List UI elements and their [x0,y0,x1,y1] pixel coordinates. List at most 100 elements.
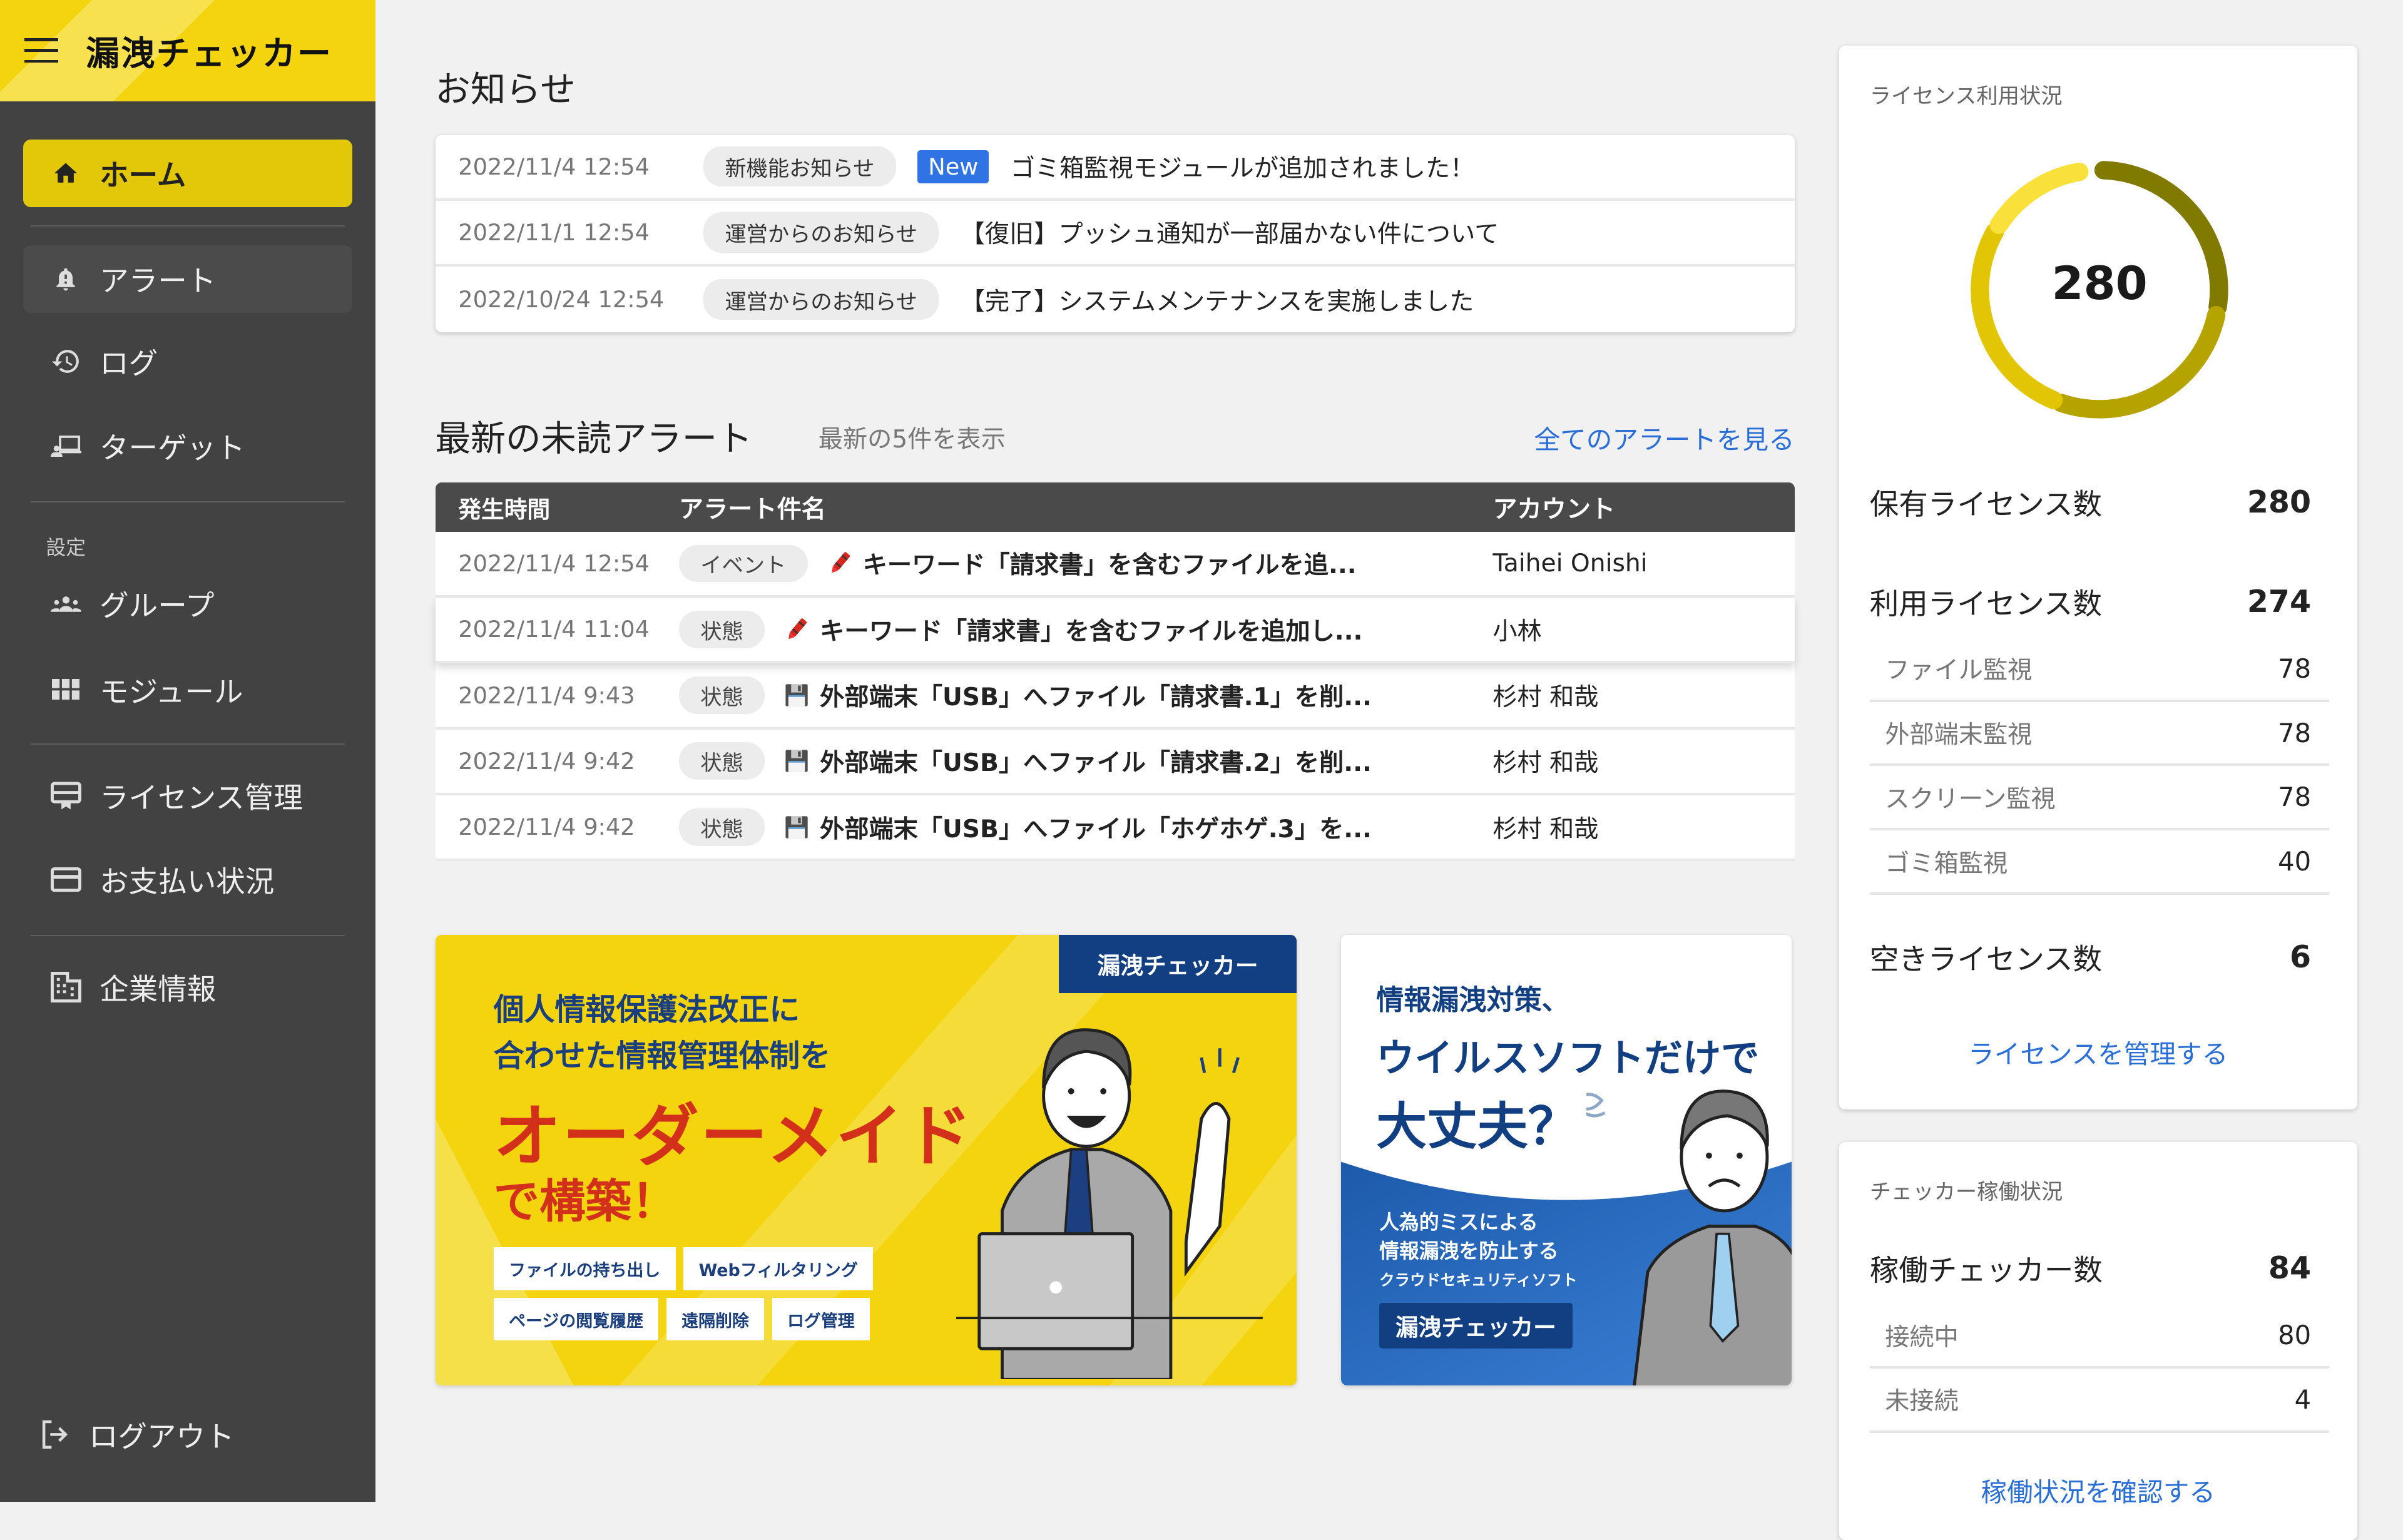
history-icon [51,346,81,377]
promo-banner-ordermade[interactable]: 漏洩チェッカー 個人情報保護法改正に 合わせた情報管理体制を オーダーメイド で… [436,935,1297,1385]
group-icon [51,588,81,619]
table-row[interactable]: 2022/11/4 9:42状態外部端末「USB」へファイル「ホゲホゲ.3」を.… [436,795,1795,861]
floppy-disk-icon [783,681,810,709]
logout-button[interactable]: ログアウト [13,1400,342,1468]
alert-account: 杉村 和哉 [1492,743,1794,778]
manage-license-link[interactable]: ライセンスを管理する [1839,1033,2357,1071]
stat-label: 稼働チェッカー数 [1870,1247,2103,1289]
license-icon [51,780,81,811]
alert-type-badge: 状態 [679,742,765,780]
hamburger-menu-icon[interactable] [24,38,58,63]
sidebar-item-label: ホーム [99,152,186,194]
license-breakdown-row: ファイル監視78 [1870,638,2330,702]
alert-time: 2022/11/4 9:42 [436,748,679,775]
stat-value: 78 [2278,653,2329,684]
app-title: 漏洩チェッカー [86,26,332,75]
checker-breakdown-row: 接続中 80 [1870,1304,2330,1369]
alerts-subtitle: 最新の5件を表示 [819,420,1006,455]
checker-breakdown: 接続中 80 未接続4 [1870,1304,2330,1433]
stat-value: 4 [2295,1384,2330,1415]
checker-breakdown-row: 未接続4 [1870,1369,2330,1433]
alert-time: 2022/11/4 11:04 [436,616,679,643]
alert-subject-cell: イベント キーワード「請求書」を含むファイルを追... [679,545,1492,583]
license-breakdown-row: ゴミ箱監視 40 [1870,830,2330,895]
logout-label: ログアウト [89,1414,235,1456]
news-item[interactable]: 2022/11/1 12:54 運営からのお知らせ 【復旧】プッシュ通知が一部届… [436,201,1795,267]
promo-banner-antivirus[interactable]: 情報漏洩対策、 ウイルスソフトだけで 大丈夫？ 人為的ミスによる 情報漏洩を防止… [1341,935,1792,1385]
sidebar-item-company[interactable]: 企業情報 [23,953,353,1021]
alert-subject-cell: 状態 外部端末「USB」へファイル「請求書.1」を削... [679,676,1492,714]
license-breakdown-row: スクリーン監視78 [1870,766,2330,830]
alert-type-badge: イベント [679,545,808,583]
businessman-ok-illustration [956,1027,1263,1379]
sidebar-item-module[interactable]: モジュール [23,656,353,723]
sidebar-item-label: ログ [99,340,158,382]
stat-label: ゴミ箱監視 [1885,844,2008,879]
alert-type-badge: 状態 [679,676,765,714]
banner-line: 人為的ミスによる [1379,1208,1578,1237]
bell-alert-icon [51,263,81,294]
table-row[interactable]: 2022/11/4 9:42状態 外部端末「USB」へファイル「請求書.2」を削.… [436,730,1795,795]
new-badge: New [917,150,989,183]
alert-title: 外部端末「USB」へファイル「請求書.2」を削... [820,743,1372,778]
stat-value: 40 [2278,846,2329,877]
column-header: アカウント [1492,490,1794,525]
news-item[interactable]: 2022/10/24 12:54 運営からのお知らせ 【完了】システムメンテナン… [436,267,1795,332]
checker-panel-title: チェッカー稼働状況 [1870,1174,2063,1205]
banner-line: 情報漏洩対策、 [1376,977,1759,1017]
logout-icon [40,1419,71,1450]
sidebar-item-group[interactable]: グループ [23,570,353,638]
news-category: 運営からのお知らせ [703,279,939,320]
alert-title: 外部端末「USB」へファイル「請求書.1」を削... [820,678,1372,713]
license-panel-title: ライセンス利用状況 [1870,78,2063,110]
news-category: 新機能お知らせ [703,146,896,187]
column-header: 発生時間 [436,491,679,524]
alert-title: キーワード「請求書」を含むファイルを追... [863,546,1357,581]
sidebar-item-label: モジュール [99,669,243,711]
owned-licenses-row: 保有ライセンス数 280 [1870,481,2330,523]
feature-tag: 遠隔削除 [666,1298,765,1340]
divider [31,935,345,936]
grid-icon [51,675,81,705]
feature-tag: ファイルの持ち出し [494,1247,676,1290]
news-item[interactable]: 2022/11/4 12:54 新機能お知らせ New ゴミ箱監視モジュールが追… [436,135,1795,201]
banner-line: 個人情報保護法改正に [494,987,831,1033]
news-text: 【復旧】プッシュ通知が一部届かない件について [961,215,1499,250]
section-label-settings: 設定 [46,532,86,561]
crayon-icon [783,616,810,643]
stat-label: 接続中 [1885,1318,1959,1353]
sidebar-item-log[interactable]: ログ [23,328,353,395]
floppy-disk-icon [783,747,810,775]
check-status-link[interactable]: 稼働状況を確認する [1839,1471,2357,1509]
sidebar-item-alert[interactable]: アラート [23,245,353,313]
stat-label: スクリーン監視 [1885,780,2055,815]
stat-label: 空きライセンス数 [1870,936,2102,978]
alert-subject-cell: 状態 外部端末「USB」へファイル「請求書.2」を削... [679,742,1492,780]
feature-tags: ファイルの持ち出し Webフィルタリング ページの閲覧履歴 遠隔削除 ログ管理 [494,1247,923,1340]
alert-title: キーワード「請求書」を含むファイルを追加し... [820,612,1362,647]
table-row[interactable]: 2022/11/4 11:04状態キーワード「請求書」を含むファイルを追加し..… [436,598,1795,663]
table-row[interactable]: 2022/11/4 9:43状態外部端末「USB」へファイル「請求書.1」を削.… [436,663,1795,729]
alert-time: 2022/11/4 9:42 [436,813,679,840]
news-date: 2022/11/1 12:54 [458,219,703,246]
donut-center-value: 280 [1946,257,2253,310]
divider [31,225,345,227]
news-date: 2022/11/4 12:54 [458,153,703,180]
news-category: 運営からのお知らせ [703,212,939,253]
sidebar-item-label: ライセンス管理 [99,775,303,817]
view-all-alerts-link[interactable]: 全てのアラートを見る [1534,419,1795,456]
sidebar-item-payment[interactable]: お支払い状況 [23,846,353,914]
sidebar-item-target[interactable]: ターゲット [23,412,353,480]
banner-line: 合わせた情報管理体制を [494,1033,831,1079]
sidebar-item-license[interactable]: ライセンス管理 [23,762,353,829]
stat-value: 80 [2278,1320,2329,1350]
news-title: お知らせ [436,61,576,112]
crayon-icon [826,549,854,577]
donut-segment [2061,315,2216,409]
table-row[interactable]: 2022/11/4 12:54イベントキーワード「請求書」を含むファイルを追..… [436,532,1795,598]
news-list: 2022/11/4 12:54 新機能お知らせ New ゴミ箱監視モジュールが追… [436,135,1795,333]
sidebar-item-home[interactable]: ホーム [23,140,353,207]
alert-account: 杉村 和哉 [1492,678,1794,713]
alert-type-badge: 状態 [679,808,765,846]
banner-subheadline: で構築！ [494,1165,678,1231]
